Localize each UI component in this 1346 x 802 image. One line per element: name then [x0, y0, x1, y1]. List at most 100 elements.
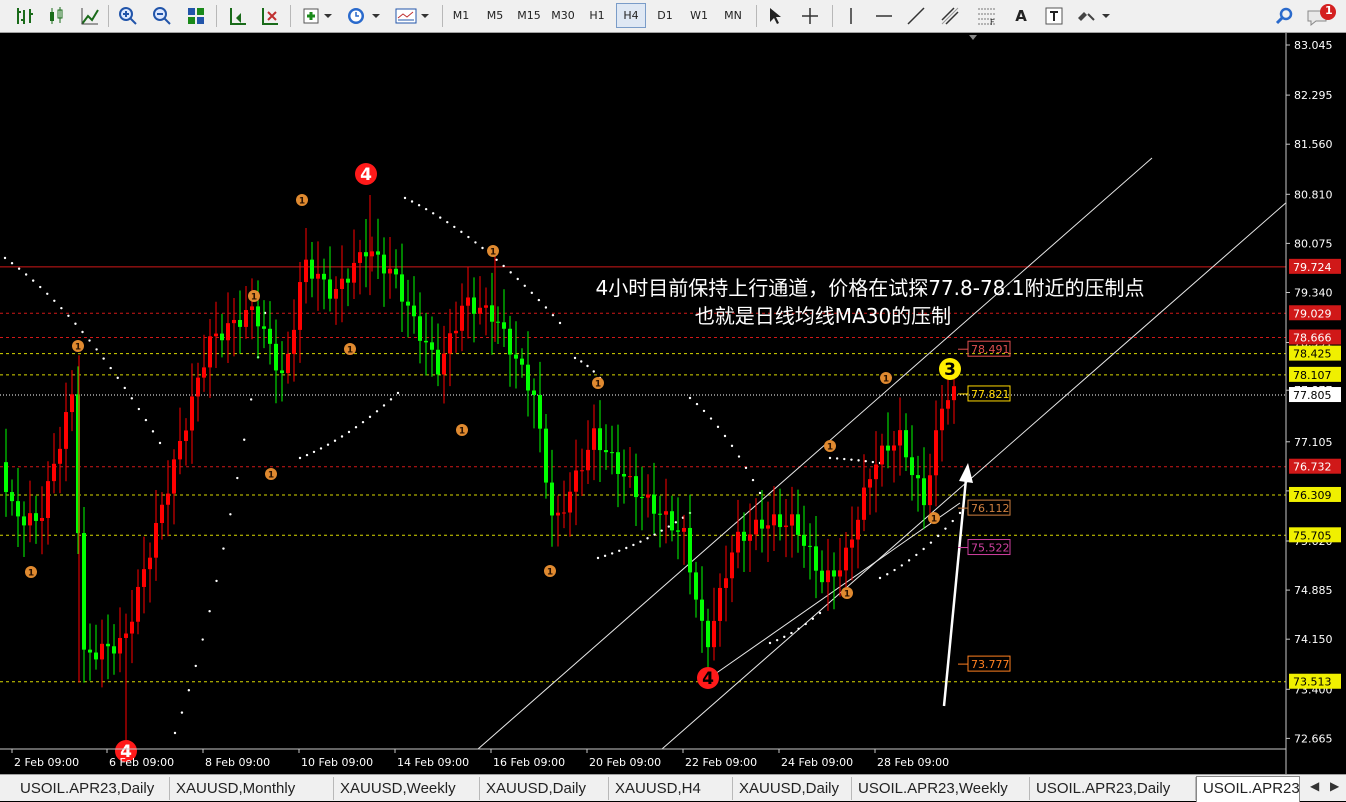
chart-tab[interactable]: XAUUSD,Daily: [733, 777, 852, 800]
sar-dot: [187, 689, 191, 692]
timeframe-m1[interactable]: M1: [446, 3, 476, 28]
cursor-arrow-icon[interactable]: [764, 3, 786, 28]
timeframe-m30[interactable]: M30: [548, 3, 578, 28]
bar-chart-icon[interactable]: [12, 3, 36, 28]
candle-body: [340, 278, 344, 289]
candle-body: [130, 621, 134, 634]
sub-wave-marker-label: 1: [547, 568, 553, 578]
timeframe-h1[interactable]: H1: [582, 3, 612, 28]
sub-wave-marker[interactable]: 1: [592, 377, 604, 390]
chart-tab[interactable]: USOIL.APR23,Weekly: [852, 777, 1030, 800]
chart-tab[interactable]: XAUUSD,Weekly: [334, 777, 480, 800]
line-chart-icon[interactable]: [78, 3, 102, 28]
price-axis-tag[interactable]: 78.666: [1289, 329, 1341, 345]
price-axis-tag[interactable]: 79.029: [1289, 305, 1341, 321]
timeframe-w1[interactable]: W1: [684, 3, 714, 28]
zoom-out-icon[interactable]: [150, 3, 174, 28]
sar-dot: [3, 256, 7, 260]
sar-dot: [431, 212, 435, 215]
candle-body: [712, 620, 716, 648]
notifications-chat-icon[interactable]: 1: [1306, 3, 1340, 28]
templates-icon[interactable]: [392, 3, 432, 28]
equidistant-channel-icon[interactable]: [938, 3, 964, 28]
sub-wave-marker[interactable]: 1: [265, 468, 277, 481]
chart-tab[interactable]: USOIL.APR23,Daily: [1030, 777, 1196, 800]
text-tool-icon[interactable]: A: [1010, 3, 1032, 28]
sub-wave-marker[interactable]: 1: [824, 440, 836, 453]
chart-tab[interactable]: XAUUSD,Monthly: [170, 777, 334, 800]
periods-clock-icon[interactable]: [344, 3, 384, 28]
price-axis-tag[interactable]: 78.425: [1289, 345, 1341, 361]
horizontal-line-icon[interactable]: [872, 3, 896, 28]
inline-price-label[interactable]: 76.112: [958, 499, 1011, 516]
sub-wave-marker[interactable]: 1: [296, 194, 308, 207]
price-axis-tag[interactable]: 78.107: [1289, 366, 1341, 382]
trendline-icon[interactable]: [904, 3, 928, 28]
zoom-in-icon[interactable]: [116, 3, 140, 28]
price-axis-tag[interactable]: 76.732: [1289, 458, 1341, 474]
wave-marker[interactable]: 4: [355, 163, 377, 185]
inline-price-label[interactable]: 77.821: [958, 385, 1011, 402]
tab-scroll-left-icon[interactable]: ◀: [1310, 779, 1319, 793]
price-axis-tag[interactable]: 77.805: [1289, 387, 1341, 403]
chart-tab[interactable]: XAUUSD,Daily: [480, 777, 609, 800]
sar-dot: [516, 277, 519, 281]
timeframe-m15[interactable]: M15: [514, 3, 544, 28]
price-tick-label: 83.045: [1294, 39, 1333, 52]
autoscroll-icon[interactable]: [258, 3, 282, 28]
price-axis-tag[interactable]: 73.513: [1289, 673, 1341, 689]
timeframe-d1[interactable]: D1: [650, 3, 680, 28]
candle-body: [652, 494, 656, 514]
wave-marker[interactable]: 3: [939, 358, 961, 380]
indicators-icon[interactable]: [300, 3, 334, 28]
chart-tab[interactable]: USOIL.APR23,H4: [1196, 776, 1300, 802]
search-icon[interactable]: [1272, 3, 1296, 28]
price-chart[interactable]: 443411111111111111 4小时目前保持上行通道，价格在试探77.8…: [0, 33, 1346, 774]
chart-tab[interactable]: XAUUSD,H4: [609, 777, 733, 800]
chart-shift-icon[interactable]: [226, 3, 250, 28]
arrows-shapes-icon[interactable]: [1074, 3, 1114, 28]
chart-tabs-bar: USOIL.APR23,Daily XAUUSD,Monthly XAUUSD,We…: [0, 774, 1346, 802]
tile-windows-icon[interactable]: [184, 3, 208, 28]
date-axis: 2 Feb 09:00 6 Feb 09:00 8 Feb 09:00 10 Feb …: [11, 749, 949, 769]
sub-wave-marker[interactable]: 1: [456, 424, 468, 437]
price-axis-tag[interactable]: 79.724: [1289, 258, 1341, 274]
sub-wave-marker[interactable]: 1: [487, 245, 499, 258]
timeframe-mn[interactable]: MN: [718, 3, 748, 28]
sar-dot: [544, 306, 548, 309]
timeframe-m5[interactable]: M5: [480, 3, 510, 28]
sub-wave-marker[interactable]: 1: [928, 512, 940, 525]
candle-body: [952, 386, 956, 401]
sub-wave-marker[interactable]: 1: [72, 340, 84, 353]
candle-body: [604, 450, 608, 453]
timeframe-h4[interactable]: H4: [616, 3, 646, 28]
fibonacci-icon[interactable]: F: [974, 3, 1000, 28]
candle-body: [34, 513, 38, 521]
crosshair-icon[interactable]: [798, 3, 822, 28]
sub-wave-marker[interactable]: 1: [841, 587, 853, 600]
candlestick-icon[interactable]: [44, 3, 68, 28]
text-label-icon[interactable]: [1042, 3, 1066, 28]
channel-line[interactable]: [704, 502, 961, 682]
sub-wave-marker[interactable]: 1: [544, 565, 556, 578]
wave-marker[interactable]: 4: [697, 667, 719, 689]
vertical-line-icon[interactable]: [840, 3, 862, 28]
chart-tab[interactable]: USOIL.APR23,Daily: [14, 777, 170, 800]
sar-dot: [347, 430, 351, 434]
sar-dot: [580, 360, 583, 363]
inline-price-label[interactable]: 75.522: [958, 539, 1011, 556]
price-axis-tag[interactable]: 76.309: [1289, 486, 1341, 502]
candle-body: [874, 464, 878, 480]
sar-dot: [843, 457, 846, 461]
inline-price-label[interactable]: 73.777: [958, 655, 1011, 672]
sub-wave-marker[interactable]: 1: [880, 372, 892, 385]
sar-dot: [737, 455, 741, 458]
sub-wave-marker[interactable]: 1: [25, 566, 37, 579]
chart-canvas[interactable]: 443411111111111111 4小时目前保持上行通道，价格在试探77.8…: [0, 33, 1346, 774]
tab-scroll-right-icon[interactable]: ▶: [1330, 779, 1339, 793]
candle-body: [580, 470, 584, 472]
price-tick-label: 80.810: [1294, 188, 1333, 201]
channel-line[interactable]: [477, 157, 1153, 750]
price-axis-tag[interactable]: 75.705: [1289, 527, 1341, 543]
inline-price-label[interactable]: 78.491: [958, 340, 1011, 357]
